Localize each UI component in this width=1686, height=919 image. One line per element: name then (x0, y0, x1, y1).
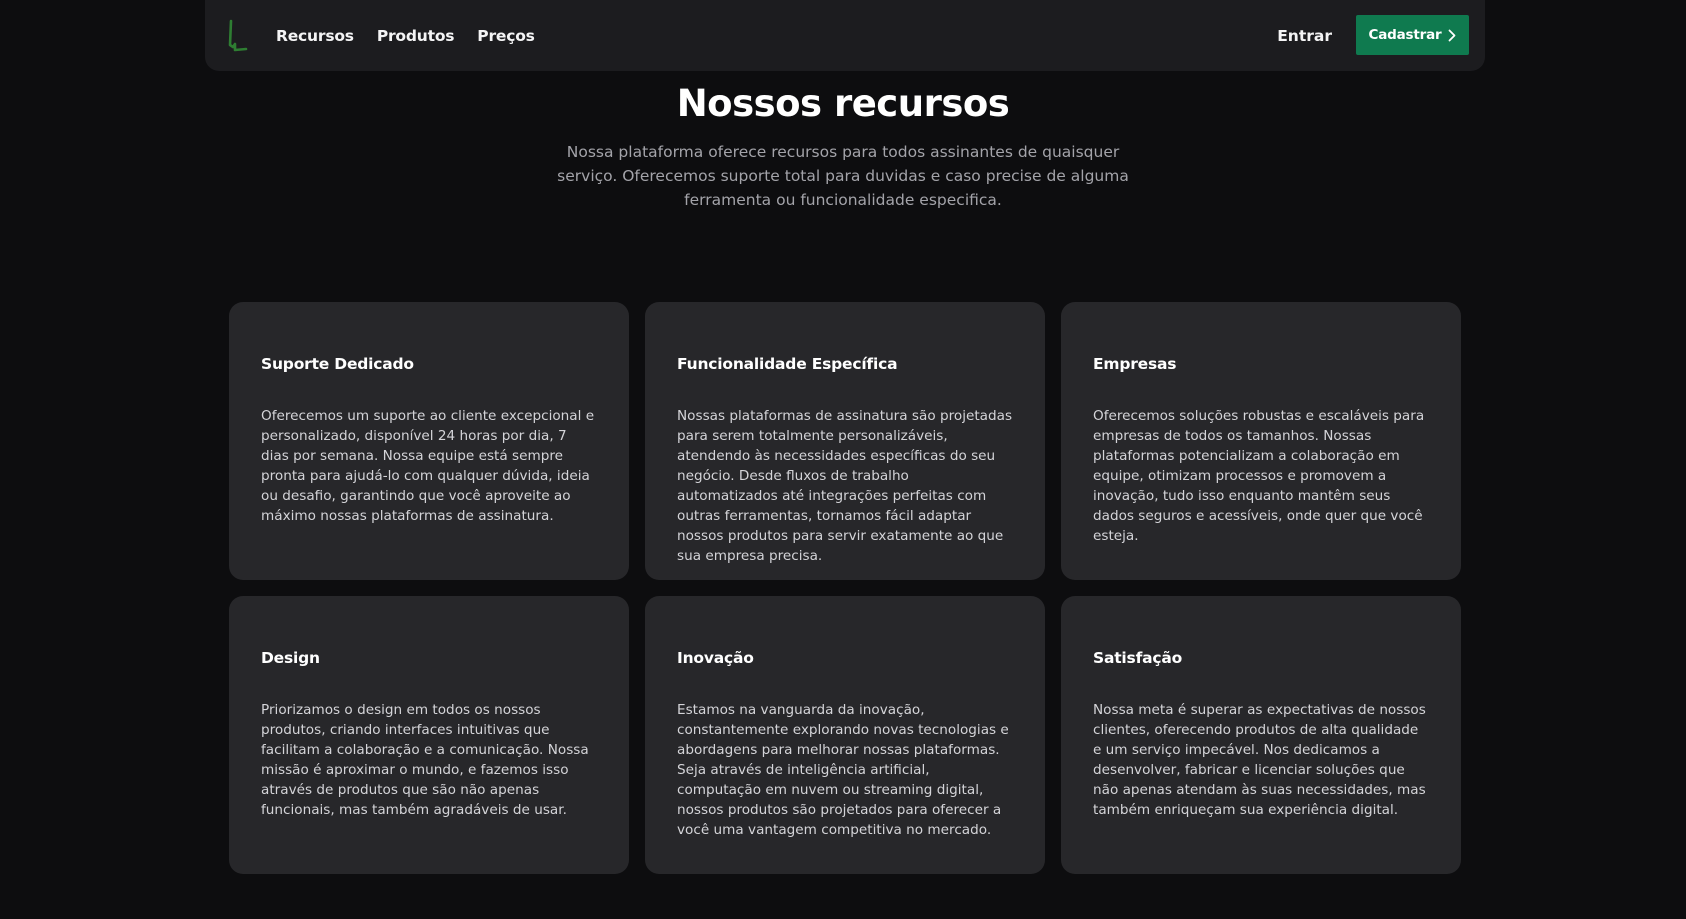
feature-description: Nossas plataformas de assinatura são pro… (677, 408, 1013, 564)
feature-card-satisfacao: Satisfação Nossa meta é superar as expec… (1061, 596, 1461, 874)
feature-card-funcionalidade-especifica: Funcionalidade Específica Nossas platafo… (645, 302, 1045, 580)
feature-title: Empresas (1093, 355, 1177, 373)
feature-description: Oferecemos soluções robustas e escalávei… (1093, 408, 1425, 544)
page-subtitle: Nossa plataforma oferece recursos para t… (557, 143, 1129, 209)
login-link[interactable]: Entrar (1277, 0, 1332, 71)
features-grid: Suporte Dedicado Oferecemos um suporte a… (229, 302, 1461, 874)
feature-title: Suporte Dedicado (261, 355, 414, 373)
feature-description: Estamos na vanguarda da inovação, consta… (677, 702, 1009, 838)
logo-icon[interactable] (227, 19, 249, 53)
feature-description: Oferecemos um suporte ao cliente excepci… (261, 408, 595, 524)
feature-card-suporte-dedicado: Suporte Dedicado Oferecemos um suporte a… (229, 302, 629, 580)
nav-links: Recursos Produtos Preços (276, 0, 535, 71)
chevron-right-icon (1448, 29, 1456, 42)
feature-title: Satisfação (1093, 649, 1183, 667)
nav-link-produtos[interactable]: Produtos (377, 27, 455, 45)
feature-card-inovacao: Inovação Estamos na vanguarda da inovaçã… (645, 596, 1045, 874)
navbar: Recursos Produtos Preços Entrar Cadastra… (205, 0, 1485, 71)
feature-description: Nossa meta é superar as expectativas de … (1093, 702, 1426, 818)
feature-title: Funcionalidade Específica (677, 355, 898, 373)
signup-button-label: Cadastrar (1368, 27, 1442, 43)
feature-description: Priorizamos o design em todos os nossos … (261, 702, 589, 818)
nav-link-precos[interactable]: Preços (477, 27, 535, 45)
page-title: Nossos recursos (676, 82, 1010, 125)
feature-card-design: Design Priorizamos o design em todos os … (229, 596, 629, 874)
nav-link-recursos[interactable]: Recursos (276, 27, 354, 45)
signup-button[interactable]: Cadastrar (1356, 15, 1469, 55)
hero-section: Nossos recursos Nossa plataforma oferece… (0, 78, 1686, 212)
feature-card-empresas: Empresas Oferecemos soluções robustas e … (1061, 302, 1461, 580)
feature-title: Inovação (677, 649, 754, 667)
feature-title: Design (261, 649, 320, 667)
